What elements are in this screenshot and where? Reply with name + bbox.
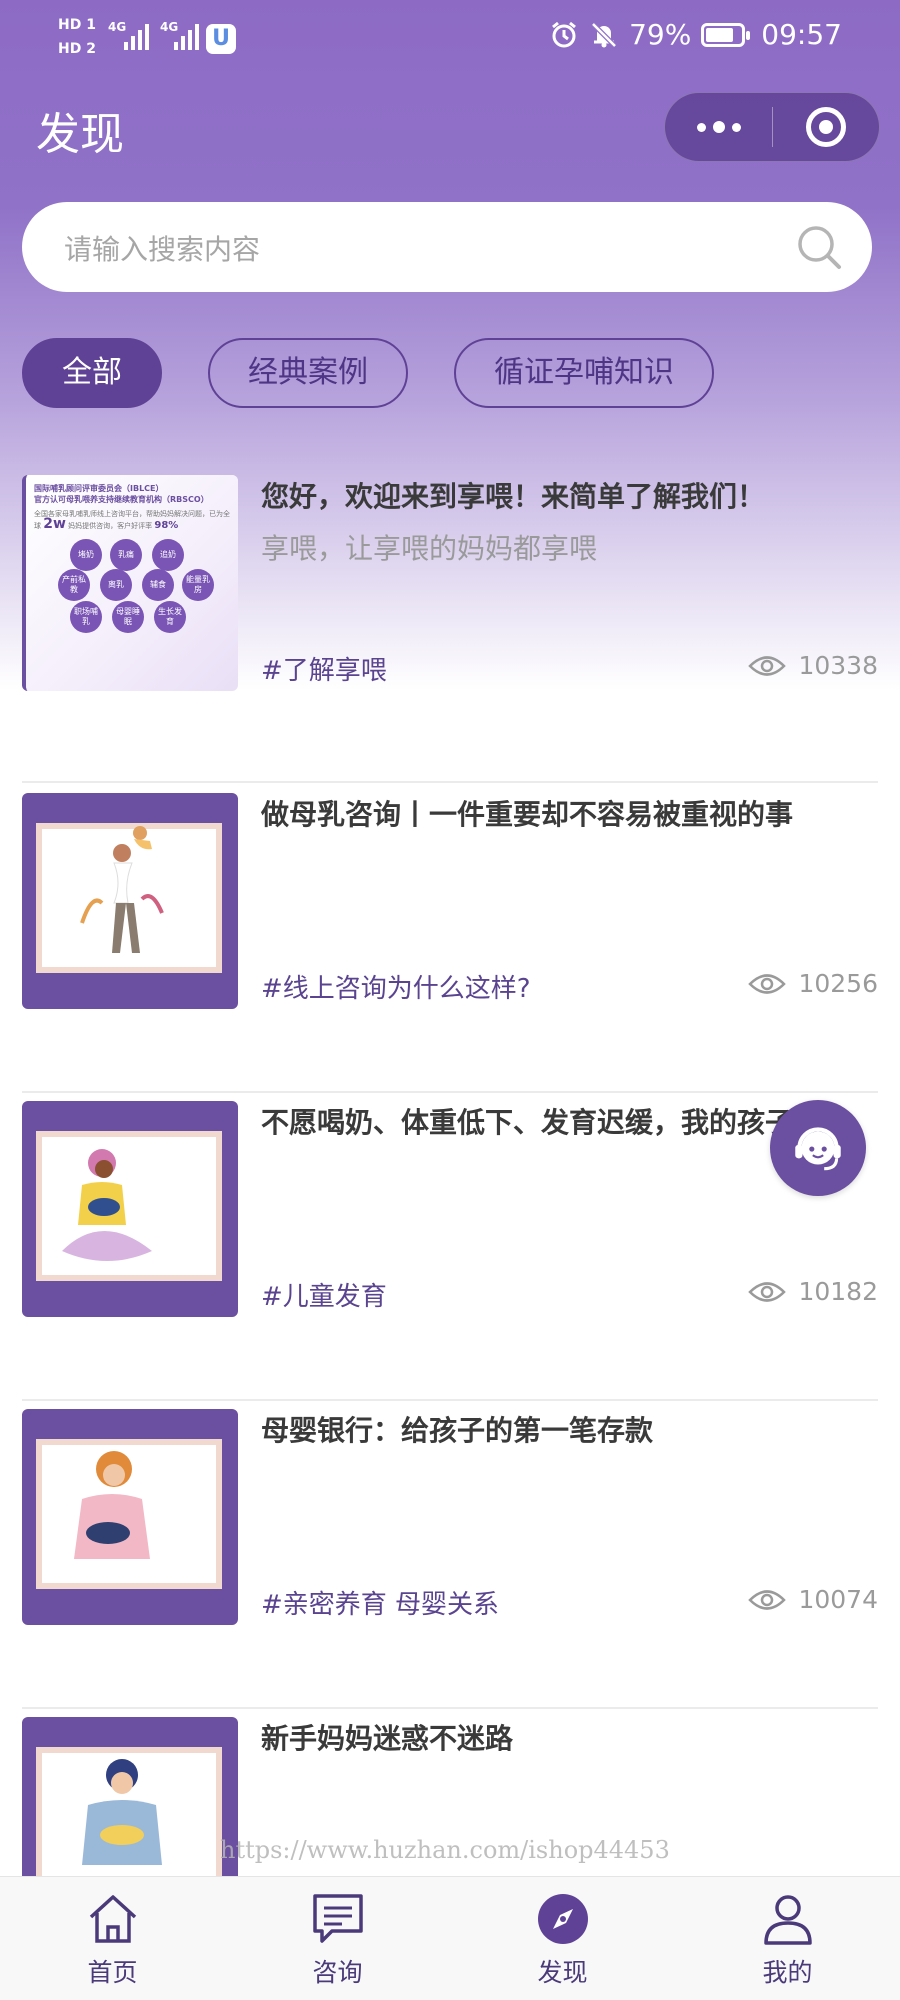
- thumb-bubble: 离乳: [100, 569, 132, 601]
- article-tag[interactable]: #儿童发育: [261, 1279, 387, 1315]
- article-thumbnail: [22, 1101, 238, 1317]
- thumb-bubble: 堵奶: [70, 539, 102, 571]
- thumb-bubble: 追奶: [152, 539, 184, 571]
- battery-percent: 79%: [629, 18, 692, 51]
- battery-level: [706, 27, 734, 42]
- mute-bell-icon: [591, 21, 617, 48]
- eye-icon: [748, 973, 787, 994]
- eye-icon: [748, 655, 787, 676]
- eye-icon: [748, 1281, 787, 1302]
- tab-classic-cases[interactable]: 经典案例: [208, 338, 408, 408]
- tab-all[interactable]: 全部: [22, 338, 162, 408]
- tabbar-label: 我的: [762, 1958, 813, 1987]
- article-title: 母婴银行：给孩子的第一笔存款: [261, 1414, 654, 1447]
- page-title: 发现: [36, 109, 124, 160]
- tab-evidence-knowledge[interactable]: 循证孕哺知识: [454, 338, 714, 408]
- thumb-text-1: 国际哺乳顾问评审委员会（IBLCE）: [34, 484, 164, 493]
- thumb-text-4: 妈妈提供咨询，客户好评率: [68, 522, 153, 530]
- search-input[interactable]: 请输入搜索内容: [22, 202, 872, 292]
- article-tag[interactable]: #亲密养育 母婴关系: [261, 1587, 499, 1623]
- thumb-bubble: 乳痛: [110, 539, 142, 571]
- mother-baby-illustration: [74, 1451, 150, 1559]
- close-miniprogram-button[interactable]: [773, 93, 879, 161]
- thumb-text-2: 官方认可母乳喂养支持继续教育机构（RBSCO）: [34, 495, 209, 504]
- tabbar-label: 咨询: [312, 1958, 363, 1987]
- tabbar-item-discover[interactable]: 发现: [450, 1877, 675, 2000]
- thumb-bubble: 产前私教: [58, 569, 90, 601]
- customer-service-button[interactable]: [770, 1100, 866, 1196]
- thumb-bubble: 母婴睡眠: [112, 601, 144, 633]
- thumb-bubble: 职场哺乳: [70, 601, 102, 633]
- article-title: 您好，欢迎来到享喂！来简单了解我们！: [261, 480, 766, 513]
- sim1-label: HD 1: [58, 17, 96, 33]
- view-count: 10338: [748, 651, 878, 680]
- article-title: 做母乳咨询丨一件重要却不容易被重视的事: [261, 798, 794, 831]
- thumb-percent: 98%: [154, 520, 179, 531]
- sim-indicators: HD 1 HD 2: [58, 14, 96, 62]
- article-title: 新手妈妈迷惑不迷路: [261, 1722, 514, 1755]
- article-tag[interactable]: #线上咨询为什么这样?: [261, 971, 531, 1007]
- article-thumbnail: 国际哺乳顾问评审委员会（IBLCE） 官方认可母乳喂养支持继续教育机构（RBSC…: [22, 475, 238, 691]
- view-count-value: 10338: [798, 651, 878, 680]
- article-thumbnail: [22, 793, 238, 1009]
- article-list: 国际哺乳顾问评审委员会（IBLCE） 官方认可母乳喂养支持继续教育机构（RBSC…: [22, 475, 878, 2000]
- status-right: 79% 09:57: [549, 18, 842, 51]
- article-item[interactable]: 不愿喝奶、体重低下、发育迟缓，我的孩子… #儿童发育 10182: [22, 1093, 878, 1401]
- article-tag[interactable]: #了解享喂: [261, 653, 387, 689]
- headset-icon: [795, 1127, 841, 1171]
- article-item[interactable]: 母婴银行：给孩子的第一笔存款 #亲密养育 母婴关系 10074: [22, 1401, 878, 1709]
- signal-icon: [124, 22, 149, 50]
- clock: 09:57: [761, 18, 842, 51]
- signal-icon-2: [174, 22, 199, 50]
- more-dot-icon: [696, 122, 706, 132]
- thumb-bubble: 能量乳房: [182, 569, 214, 601]
- more-button[interactable]: [665, 93, 772, 161]
- chat-icon: [312, 1894, 363, 1943]
- sim2-label: HD 2: [58, 41, 96, 57]
- thumb-bubble: 生长发育: [154, 601, 186, 633]
- alarm-icon: [552, 21, 576, 47]
- article-thumbnail: [22, 1409, 238, 1625]
- status-bar: HD 1 HD 2 4G 4G U 79% 09:57: [0, 0, 900, 78]
- article-item[interactable]: 国际哺乳顾问评审委员会（IBLCE） 官方认可母乳喂养支持继续教育机构（RBSC…: [22, 475, 878, 783]
- bottom-tab-bar: 首页 咨询 发现 我的: [0, 1876, 900, 2000]
- tabbar-item-me[interactable]: 我的: [675, 1877, 900, 2000]
- battery-icon: [701, 22, 751, 47]
- search-placeholder: 请输入搜索内容: [64, 233, 261, 266]
- view-count-value: 10182: [798, 1277, 878, 1306]
- view-count: 10256: [748, 969, 878, 998]
- category-tabs: 全部 经典案例 循证孕哺知识: [22, 338, 714, 408]
- view-count-value: 10256: [798, 969, 878, 998]
- search-icon[interactable]: [794, 222, 844, 272]
- view-count-value: 10074: [798, 1585, 878, 1614]
- tabbar-item-consult[interactable]: 咨询: [225, 1877, 450, 2000]
- article-item[interactable]: 做母乳咨询丨一件重要却不容易被重视的事 #线上咨询为什么这样? 10256: [22, 785, 878, 1093]
- target-icon: [805, 107, 846, 147]
- article-subtitle: 享喂，让享喂的妈妈都享喂: [261, 532, 598, 565]
- tabbar-item-home[interactable]: 首页: [0, 1877, 225, 2000]
- miniprogram-capsule: [664, 92, 880, 162]
- thumb-bubble: 辅食: [142, 569, 174, 601]
- tabbar-label: 首页: [87, 1958, 138, 1987]
- watermark-text: https://www.huzhan.com/ishop44453: [220, 1836, 670, 1864]
- eye-icon: [748, 1589, 787, 1610]
- home-icon: [89, 1895, 136, 1943]
- thumb-big-number: 2w: [43, 516, 66, 532]
- tabbar-label: 发现: [537, 1958, 588, 1987]
- view-count: 10074: [748, 1585, 878, 1614]
- shield-app-icon: U: [206, 24, 236, 54]
- more-dot-icon: [712, 121, 725, 133]
- breastfeeding-illustration: [62, 1149, 152, 1261]
- compass-icon: [537, 1894, 588, 1944]
- user-icon: [763, 1895, 812, 1945]
- mother-child-illustration: [80, 826, 164, 953]
- more-dot-icon: [731, 122, 741, 132]
- view-count: 10182: [748, 1277, 878, 1306]
